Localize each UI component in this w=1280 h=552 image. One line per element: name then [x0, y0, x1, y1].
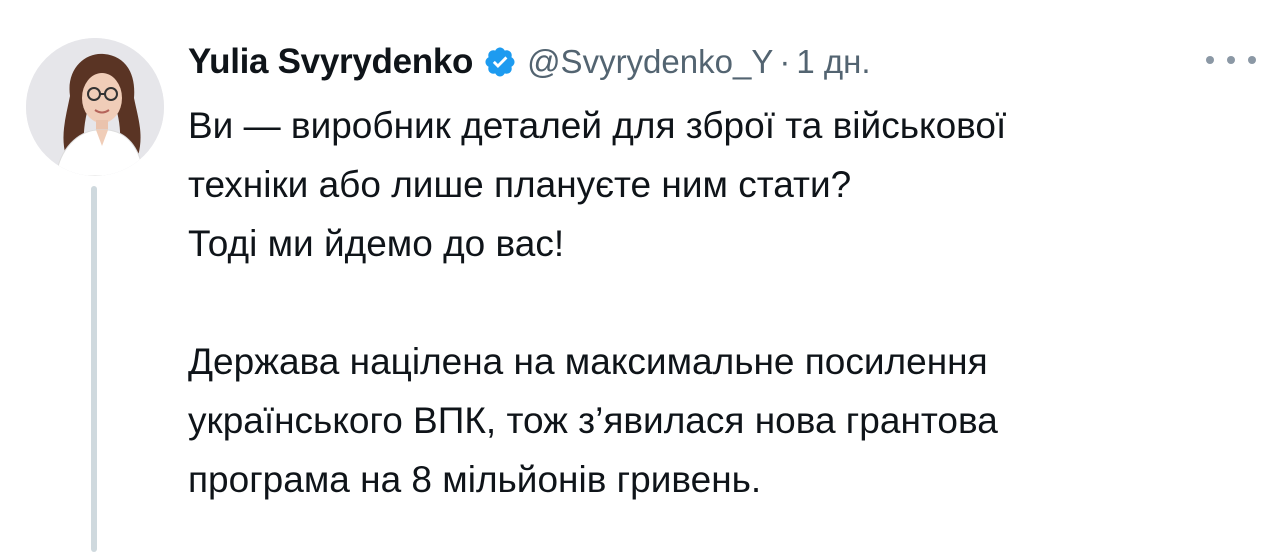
tweet-line: програма на 8 мільйонів гривень.	[188, 459, 762, 500]
more-dot	[1227, 56, 1235, 64]
tweet[interactable]: Yulia Svyrydenko @Svyrydenko_Y · 1 дн. В…	[0, 0, 1280, 552]
tweet-paragraph: Держава націлена на максимальне посиленн…	[188, 332, 1258, 509]
tweet-header: Yulia Svyrydenko @Svyrydenko_Y · 1 дн.	[188, 38, 871, 86]
profile-photo-icon	[26, 38, 164, 176]
author-name[interactable]: Yulia Svyrydenko	[188, 42, 473, 82]
tweet-line: техніки або лише плануєте ним стати?	[188, 164, 852, 205]
author-handle[interactable]: @Svyrydenko_Y	[527, 43, 773, 81]
more-dot	[1206, 56, 1214, 64]
tweet-line: Ви — виробник деталей для зброї та війсь…	[188, 105, 1007, 146]
tweet-text: Ви — виробник деталей для зброї та війсь…	[188, 96, 1258, 509]
tweet-line: Держава націлена на максимальне посиленн…	[188, 341, 988, 382]
separator-dot: ·	[779, 43, 791, 80]
tweet-paragraph: Ви — виробник деталей для зброї та війсь…	[188, 96, 1258, 273]
more-dot	[1248, 56, 1256, 64]
more-horizontal-icon[interactable]	[1206, 50, 1256, 70]
thread-line	[91, 186, 97, 552]
avatar[interactable]	[26, 38, 164, 176]
tweet-line: Тоді ми йдемо до вас!	[188, 223, 565, 264]
timestamp[interactable]: 1 дн.	[796, 43, 870, 81]
verified-badge-icon[interactable]	[483, 45, 517, 79]
tweet-line: українського ВПК, тож з’явилася нова гра…	[188, 400, 998, 441]
